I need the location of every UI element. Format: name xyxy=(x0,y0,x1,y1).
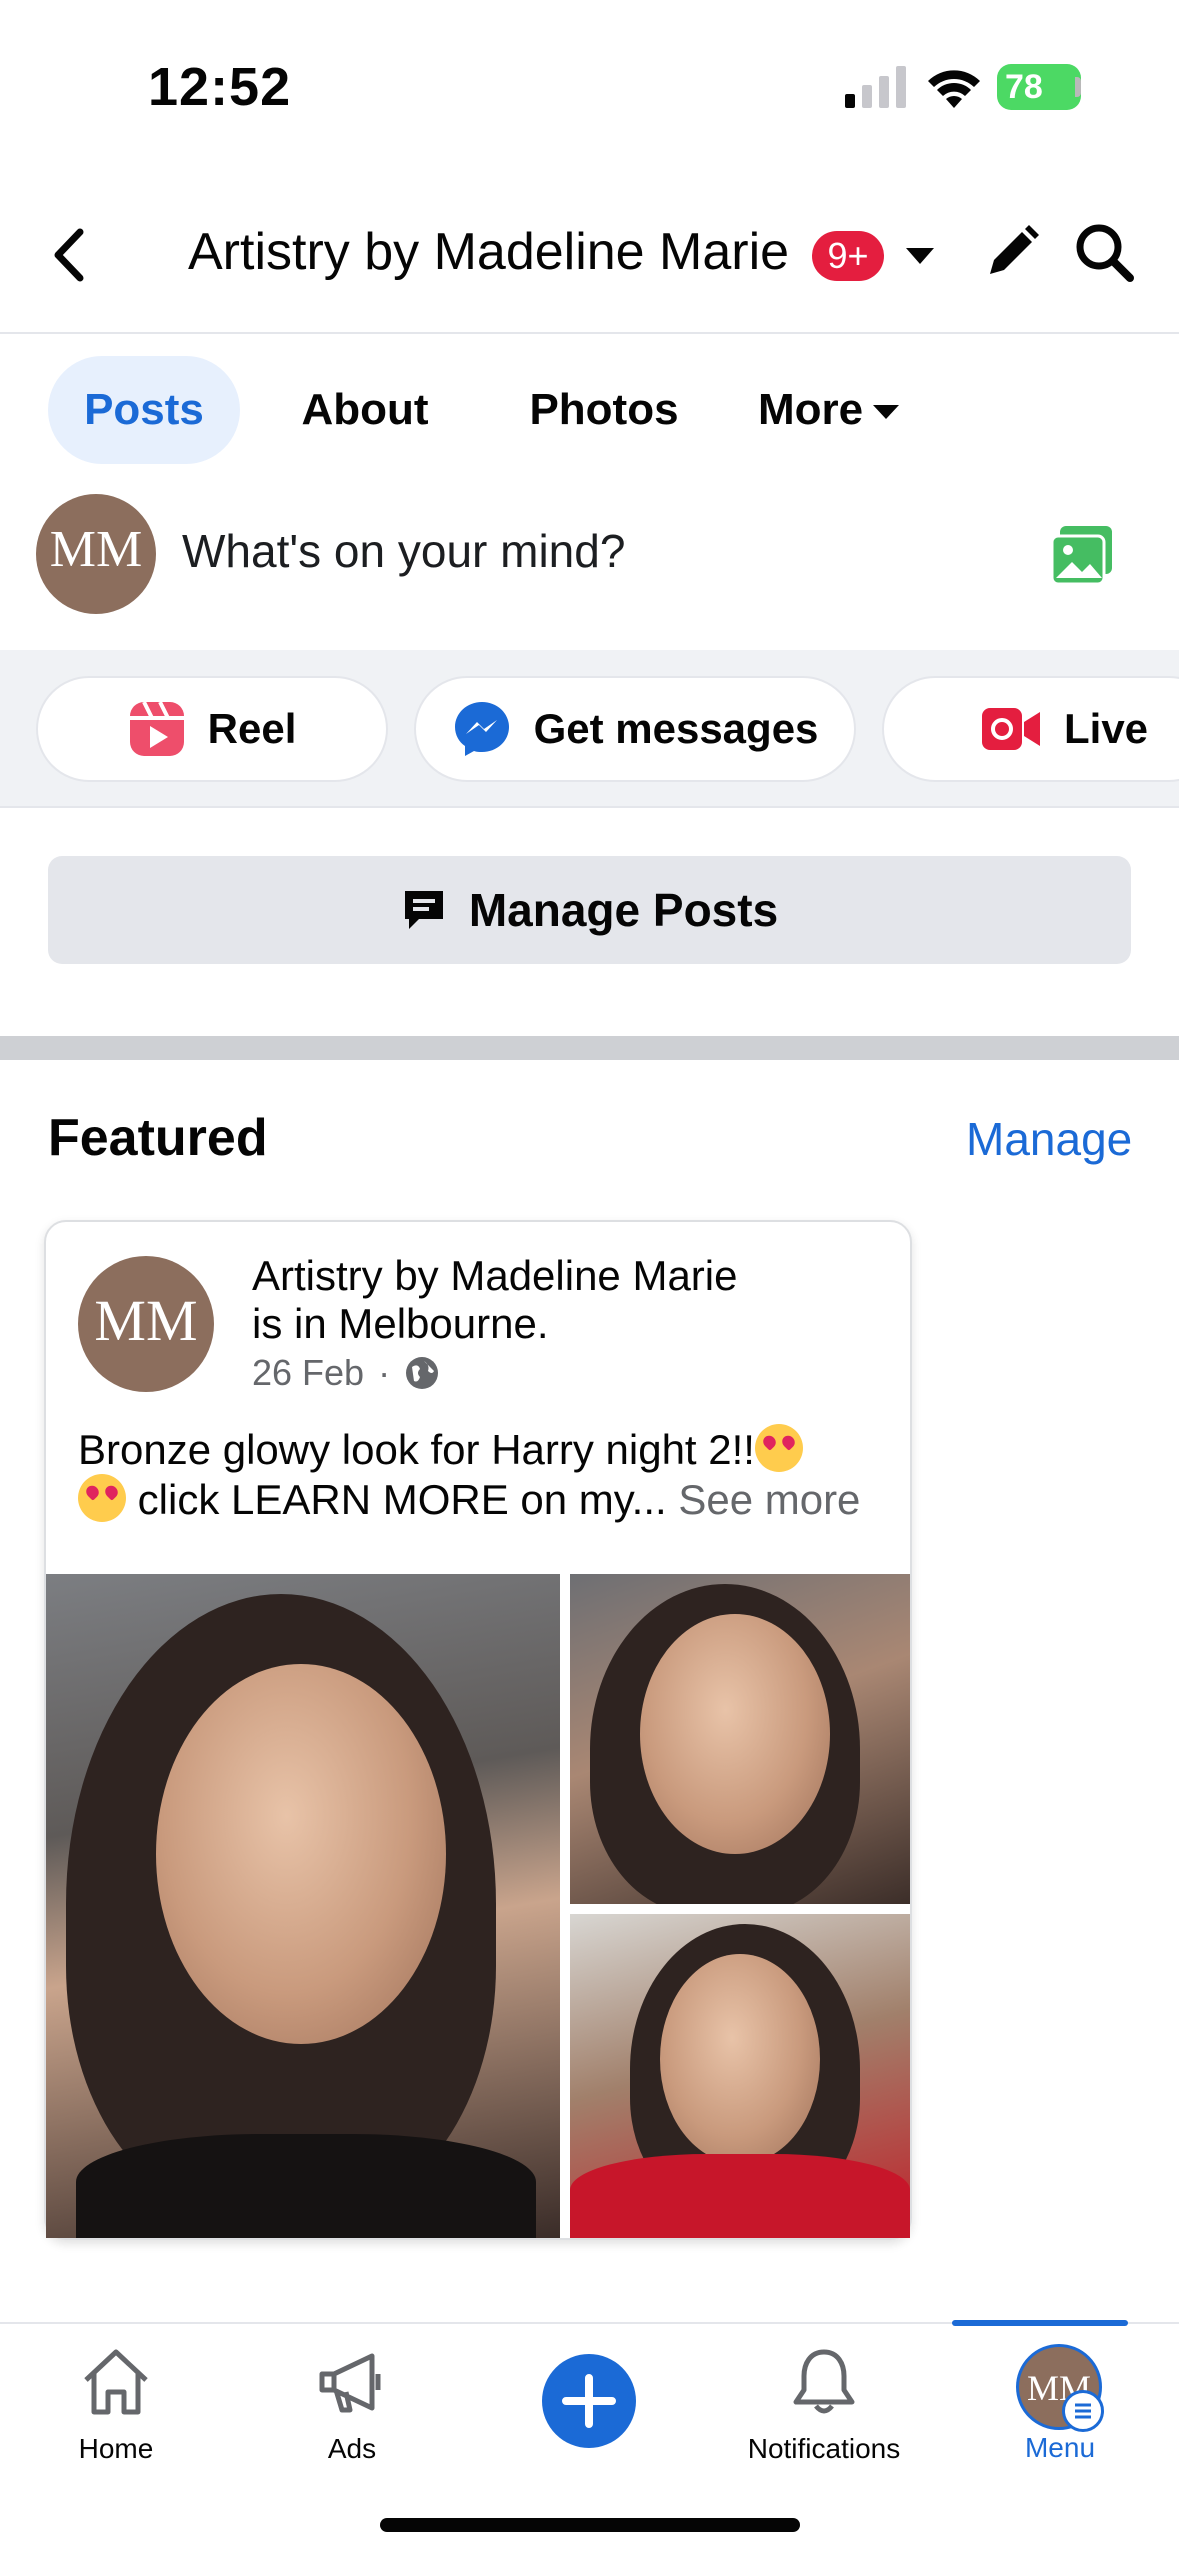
quick-actions-divider xyxy=(0,806,1179,808)
active-tab-indicator xyxy=(952,2320,1128,2326)
live-label: Live xyxy=(1064,705,1149,752)
manage-posts-button[interactable]: Manage Posts xyxy=(48,856,1131,964)
cellular-signal-icon xyxy=(845,66,906,108)
nav-ads[interactable]: Ads xyxy=(262,2344,442,2465)
tab-about[interactable]: About xyxy=(282,356,448,464)
get-messages-label: Get messages xyxy=(533,705,819,752)
manage-posts-label: Manage Posts xyxy=(468,884,779,936)
tab-more[interactable]: More xyxy=(758,356,958,464)
create-plus-button[interactable] xyxy=(542,2354,636,2448)
post-location: is in Melbourne. xyxy=(252,1300,549,1347)
nav-notifications[interactable]: Notifications xyxy=(734,2344,914,2465)
search-icon[interactable] xyxy=(1072,220,1136,284)
nav-menu-label: Menu xyxy=(1024,2432,1096,2463)
meta-dot: · xyxy=(378,1352,391,1393)
tab-posts[interactable]: Posts xyxy=(48,356,240,464)
tab-more-label: More xyxy=(758,385,864,434)
page-title[interactable]: Artistry by Madeline Marie xyxy=(188,222,789,282)
section-separator xyxy=(0,1036,1179,1060)
nav-home[interactable]: Home xyxy=(26,2344,206,2465)
see-more-link[interactable]: See more xyxy=(678,1476,860,1523)
megaphone-icon xyxy=(319,2353,381,2413)
menu-hamburger-icon xyxy=(1062,2390,1104,2432)
tab-photos[interactable]: Photos xyxy=(508,356,700,464)
reel-label: Reel xyxy=(207,705,297,752)
post-photo-main[interactable] xyxy=(46,1574,560,2238)
photo-icon[interactable] xyxy=(1050,524,1116,586)
notification-badge: 9+ xyxy=(812,231,884,281)
header-divider xyxy=(0,332,1179,334)
post-text-line1: Bronze glowy look for Harry night 2!! xyxy=(78,1426,755,1473)
battery-tip xyxy=(1075,77,1081,97)
composer-input[interactable]: What's on your mind? xyxy=(182,524,625,578)
edit-pencil-icon[interactable] xyxy=(982,222,1042,282)
nav-notifications-label: Notifications xyxy=(747,2433,901,2464)
live-video-icon xyxy=(982,708,1040,750)
status-time: 12:52 xyxy=(148,57,292,117)
post-author-avatar[interactable]: MM xyxy=(78,1256,214,1392)
messenger-icon xyxy=(454,702,509,756)
live-button[interactable]: Live xyxy=(882,676,1179,782)
plus-icon xyxy=(562,2374,616,2428)
post-text-line2: click LEARN MORE on my... xyxy=(137,1476,667,1523)
battery-indicator: 78 xyxy=(997,64,1081,110)
globe-icon xyxy=(406,1357,439,1389)
featured-manage-link[interactable]: Manage xyxy=(966,1112,1132,1166)
bell-icon xyxy=(793,2349,855,2414)
caret-down-icon xyxy=(873,405,900,420)
post-meta: 26 Feb · xyxy=(252,1352,440,1394)
reel-button[interactable]: Reel xyxy=(36,676,388,782)
manage-posts-icon xyxy=(404,891,443,929)
heart-eyes-emoji-icon xyxy=(78,1474,126,1522)
nav-home-label: Home xyxy=(78,2433,154,2464)
post-text: Bronze glowy look for Harry night 2!! cl… xyxy=(78,1424,898,1524)
chevron-down-icon[interactable] xyxy=(904,244,936,268)
heart-eyes-emoji-icon xyxy=(754,1424,803,1472)
featured-title: Featured xyxy=(48,1109,268,1167)
nav-ads-label: Ads xyxy=(327,2433,377,2464)
post-date: 26 Feb xyxy=(252,1352,365,1393)
back-icon[interactable] xyxy=(48,220,88,290)
reel-icon xyxy=(129,701,184,756)
post-author-name[interactable]: Artistry by Madeline Marie xyxy=(252,1252,872,1300)
home-icon xyxy=(84,2349,148,2415)
get-messages-button[interactable]: Get messages xyxy=(414,676,856,782)
post-photo-bottom-right[interactable] xyxy=(570,1914,910,2238)
home-indicator xyxy=(380,2518,800,2532)
wifi-icon xyxy=(928,70,980,108)
post-photo-top-right[interactable] xyxy=(570,1574,910,1904)
post-author-line: Artistry by Madeline Marie is in Melbour… xyxy=(252,1252,872,1348)
page-avatar[interactable]: MM xyxy=(36,494,156,614)
